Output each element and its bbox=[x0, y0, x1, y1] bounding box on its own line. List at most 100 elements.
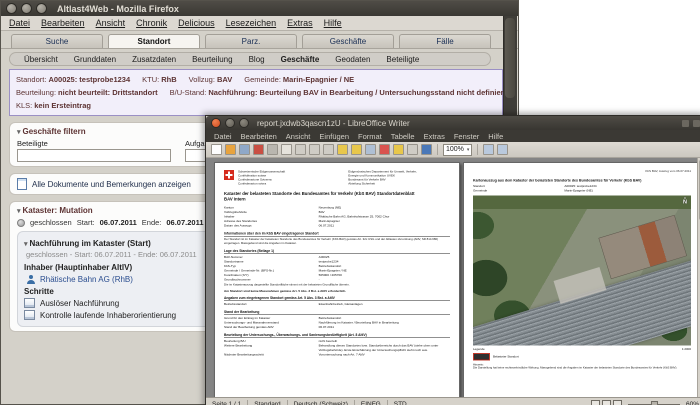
subtab-beteiligte[interactable]: Beteiligte bbox=[378, 55, 427, 64]
map-rows: Standort A00025: testprobe1234 Gemeinde Mar… bbox=[473, 185, 691, 194]
row-label: Betriebsstandort bbox=[224, 302, 247, 306]
legend-item-label: Belasteter Standort bbox=[493, 355, 519, 359]
subtab-zusatzdaten[interactable]: Zusatzdaten bbox=[124, 55, 184, 64]
menu-item[interactable]: Lesezeichen bbox=[226, 18, 277, 28]
menu-item[interactable]: Einfügen bbox=[319, 132, 349, 141]
tab-suche[interactable]: Suche bbox=[11, 34, 103, 48]
zoom-combobox[interactable]: 100% bbox=[443, 143, 473, 156]
infobox-line1: Standort: A00025: testprobe1234 KTU: RhB Vol… bbox=[16, 73, 496, 86]
status-zoom[interactable]: 60% bbox=[686, 401, 699, 405]
doc-rows-2: BAV-Nummer A00025 Standortname testprobe123… bbox=[224, 256, 450, 283]
inhaber-name[interactable]: Rhätische Bahn AG (RhB) bbox=[40, 275, 133, 284]
spellcheck-icon[interactable] bbox=[379, 144, 390, 155]
info-pair: B/U-Stand: Nachführung: Beurteilung BAV i… bbox=[170, 88, 506, 97]
document-page-1[interactable]: Schweizerische Eidgenossenschaft Confédér… bbox=[214, 162, 460, 397]
firefox-titlebar[interactable]: Altlast4Web - Mozilla Firefox bbox=[1, 1, 518, 16]
menu-item[interactable]: Datei bbox=[9, 18, 30, 28]
tab-parz[interactable]: Parz. bbox=[205, 34, 297, 48]
navigation-back-icon[interactable] bbox=[483, 144, 495, 155]
window-minimize-button[interactable] bbox=[225, 118, 235, 128]
menu-item[interactable]: Delicious bbox=[178, 18, 215, 28]
window-close-button[interactable] bbox=[211, 118, 221, 128]
table-icon[interactable] bbox=[365, 144, 376, 155]
menu-item[interactable]: Bearbeiten bbox=[241, 132, 277, 141]
tab-standort[interactable]: Standort bbox=[108, 34, 200, 48]
doc-rows-4: Grund für den Eintrag im Kataster Betrieb… bbox=[224, 316, 450, 329]
zoom-value: 100% bbox=[446, 146, 464, 153]
row-value: Voruntersuchung nach Art. 7 AltlV bbox=[318, 352, 365, 357]
document-page-2[interactable]: KbS BAV, Auszug vom 06.07.2011 Kartenaus… bbox=[463, 162, 700, 397]
book-view-icon[interactable] bbox=[612, 399, 622, 405]
subtab-beurteilung[interactable]: Beurteilung bbox=[184, 55, 240, 64]
doc-paragraph-2: Die im Katasterauszug dargestellte Stand… bbox=[224, 283, 350, 287]
doc-row: Betriebsstandort Eisenbahnbetrieb, Gleisa… bbox=[224, 302, 450, 306]
beteiligte-input[interactable] bbox=[17, 149, 171, 163]
window-maximize-button[interactable] bbox=[239, 118, 249, 128]
info-key: KLS: bbox=[16, 101, 33, 111]
writer-titlebar[interactable]: report.jxdwb3qascn1zU - LibreOffice Writ… bbox=[206, 116, 700, 130]
window-minimize-button[interactable] bbox=[21, 3, 32, 14]
open-folder-icon[interactable] bbox=[225, 144, 236, 155]
end-date: 06.07.2011 bbox=[166, 218, 204, 228]
doc-row: Gemeinde Marin-Epagnier (NE) bbox=[473, 189, 691, 193]
menu-item[interactable]: Ansicht bbox=[96, 18, 126, 28]
window-title: report.jxdwb3qascn1zU - LibreOffice Writ… bbox=[257, 118, 410, 128]
status-language[interactable]: Deutsch (Schweiz) bbox=[294, 401, 348, 405]
info-value: nicht beurteilt: Drittstandort bbox=[58, 88, 158, 98]
info-key: Gemeinde: bbox=[244, 75, 281, 84]
redo-icon[interactable] bbox=[351, 144, 362, 155]
subtab-blog[interactable]: Blog bbox=[241, 55, 273, 64]
tab-faelle[interactable]: Fälle bbox=[399, 34, 491, 48]
save-icon[interactable] bbox=[239, 144, 250, 155]
navigator-icon[interactable] bbox=[421, 144, 432, 155]
gallery-icon[interactable] bbox=[393, 144, 404, 155]
undo-icon[interactable] bbox=[337, 144, 348, 155]
multi-page-view-icon[interactable] bbox=[601, 399, 611, 405]
info-key: B/U-Stand: bbox=[169, 88, 207, 98]
titlebar-indicator-icon bbox=[693, 119, 700, 127]
menu-item[interactable]: Hilfe bbox=[488, 132, 503, 141]
menu-item[interactable]: Ansicht bbox=[286, 132, 311, 141]
paste-icon[interactable] bbox=[323, 144, 334, 155]
subtab-geschaefte[interactable]: Geschäfte bbox=[273, 55, 328, 64]
writer-toolbar: 100% bbox=[206, 142, 700, 158]
export-pdf-icon[interactable] bbox=[253, 144, 264, 155]
single-page-view-icon[interactable] bbox=[590, 399, 600, 405]
status-selection-mode[interactable]: STD bbox=[394, 401, 407, 405]
subtab-grunddaten[interactable]: Grunddaten bbox=[66, 55, 124, 64]
row-label: Nächster Bearbeitungsschritt bbox=[224, 352, 264, 357]
menu-item[interactable]: Bearbeiten bbox=[41, 18, 85, 28]
menu-item[interactable]: Tabelle bbox=[391, 132, 415, 141]
print-icon[interactable] bbox=[267, 144, 278, 155]
menu-item[interactable]: Fenster bbox=[454, 132, 479, 141]
find-icon[interactable] bbox=[407, 144, 418, 155]
print-preview-icon[interactable] bbox=[281, 144, 292, 155]
subtab-uebersicht[interactable]: Übersicht bbox=[16, 55, 66, 64]
scrollbar-thumb[interactable] bbox=[505, 18, 515, 98]
copy-icon[interactable] bbox=[309, 144, 320, 155]
new-document-icon[interactable] bbox=[211, 144, 222, 155]
doc-rows-3: Betriebsstandort Eisenbahnbetrieb, Gleisa… bbox=[224, 302, 450, 306]
cut-icon[interactable] bbox=[295, 144, 306, 155]
status-separator bbox=[386, 399, 388, 405]
firefox-menubar: Datei Bearbeiten Ansicht Chronik Delicious Le… bbox=[1, 16, 518, 31]
navigation-forward-icon[interactable] bbox=[497, 144, 509, 155]
menu-item[interactable]: Extras bbox=[424, 132, 445, 141]
menu-item[interactable]: Hilfe bbox=[324, 18, 342, 28]
window-maximize-button[interactable] bbox=[36, 3, 47, 14]
window-close-button[interactable] bbox=[6, 3, 17, 14]
menu-item[interactable]: Datei bbox=[214, 132, 232, 141]
header-line: Confederaziun svizra bbox=[238, 182, 267, 186]
info-key: Vollzug: bbox=[188, 75, 215, 84]
status-style[interactable]: Standard bbox=[254, 401, 280, 405]
status-separator bbox=[286, 399, 288, 405]
info-pair: Beurteilung: nicht beurteilt: Drittstando… bbox=[16, 88, 158, 97]
subtab-geodaten[interactable]: Geodaten bbox=[327, 55, 378, 64]
menu-item[interactable]: Format bbox=[358, 132, 382, 141]
status-insert-mode[interactable]: EINFG bbox=[361, 401, 381, 405]
tab-geschaefte[interactable]: Geschäfte bbox=[302, 34, 394, 48]
menu-item[interactable]: Chronik bbox=[136, 18, 167, 28]
documents-link[interactable]: Alle Dokumente und Bemerkungen anzeigen bbox=[32, 180, 191, 189]
menu-item[interactable]: Extras bbox=[287, 18, 313, 28]
zoom-slider[interactable] bbox=[627, 400, 680, 405]
